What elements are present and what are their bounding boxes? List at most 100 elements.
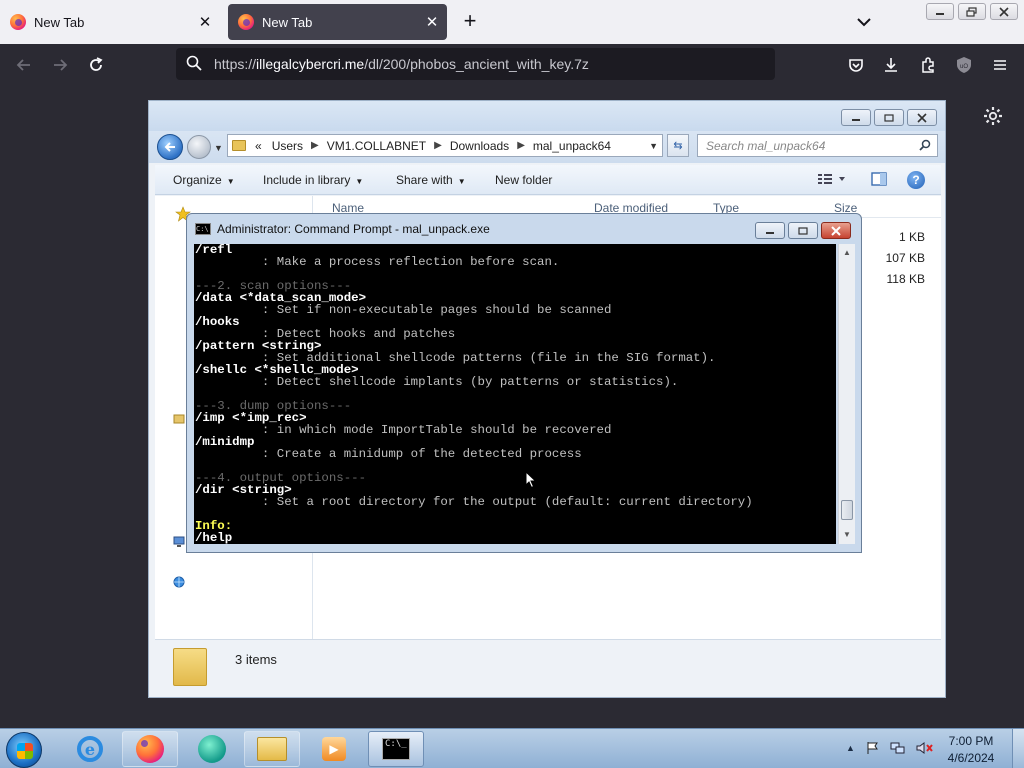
search-icon	[919, 139, 931, 154]
caret-down-icon: ▼	[226, 177, 235, 186]
organize-label: Organize	[173, 173, 222, 187]
explorer-address-bar[interactable]: « Users ▶ VM1.COLLABNET ▶ Downloads ▶ ma…	[227, 134, 663, 157]
ublock-origin-icon[interactable]: uO	[951, 52, 977, 78]
window-minimize-button[interactable]	[926, 3, 954, 20]
help-button[interactable]: ?	[907, 171, 925, 189]
tab-label: New Tab	[262, 14, 313, 30]
chevron-right-icon[interactable]: ▶	[311, 140, 319, 151]
caret-down-icon: ▼	[457, 177, 466, 186]
windows-logo-icon	[17, 743, 33, 759]
cmd-restore-button[interactable]	[788, 222, 818, 239]
explorer-close-button[interactable]	[907, 109, 937, 126]
include-label: Include in library	[263, 173, 351, 187]
show-desktop-button[interactable]	[1012, 729, 1024, 768]
change-view-icon[interactable]	[817, 171, 847, 190]
console-icon: C:\	[195, 223, 211, 235]
volume-muted-icon[interactable]	[916, 741, 934, 758]
search-placeholder: Search mal_unpack64	[706, 138, 826, 153]
console-line: : in which mode ImportTable should be re…	[195, 423, 612, 437]
taskbar-firefox[interactable]	[122, 731, 178, 767]
console-icon: C:\_	[382, 738, 410, 760]
taskbar-app[interactable]	[184, 731, 240, 767]
downloads-icon[interactable]	[878, 52, 904, 78]
network-icon	[173, 576, 185, 588]
item-count: 3 items	[235, 652, 277, 667]
include-in-library-menu[interactable]: Include in library ▼	[263, 173, 363, 187]
explorer-minimize-button[interactable]	[841, 109, 871, 126]
url-bar[interactable]: https://illegalcybercri.me/dl/200/phobos…	[176, 48, 775, 80]
browser-tab-bar: New Tab ✕ New Tab ✕ +	[0, 0, 1024, 44]
console-line: : Set if non-executable pages should be …	[195, 303, 612, 317]
breadcrumb-users[interactable]: Users	[272, 139, 303, 153]
explorer-refresh-button[interactable]: ⇆	[667, 134, 689, 157]
breadcrumb-user-folder[interactable]: VM1.COLLABNET	[327, 139, 426, 153]
window-restore-button[interactable]	[958, 3, 986, 20]
gear-icon[interactable]	[982, 105, 1004, 127]
show-hidden-icons-icon[interactable]: ▲	[846, 743, 855, 753]
window-title: Administrator: Command Prompt - mal_unpa…	[217, 222, 490, 236]
scrollbar-thumb[interactable]	[841, 500, 853, 520]
pocket-icon[interactable]	[843, 52, 869, 78]
chevron-right-icon[interactable]: ▶	[517, 140, 525, 151]
scroll-up-icon[interactable]: ▲	[843, 248, 851, 257]
forward-button[interactable]	[47, 52, 73, 78]
app-icon	[198, 735, 226, 763]
clock-time[interactable]: 7:00 PM	[946, 734, 996, 748]
url-text: https://illegalcybercri.me/dl/200/phobos…	[214, 56, 589, 72]
share-with-menu[interactable]: Share with ▼	[396, 173, 466, 187]
organize-menu[interactable]: Organize ▼	[173, 173, 235, 187]
list-all-tabs-button[interactable]	[852, 10, 876, 34]
action-center-flag-icon[interactable]	[866, 741, 880, 758]
breadcrumb-overflow[interactable]: «	[255, 139, 262, 153]
folder-icon	[232, 140, 246, 151]
app-menu-icon[interactable]	[987, 52, 1013, 78]
console-output[interactable]: /refl : Make a process reflection before…	[194, 244, 836, 544]
console-line: Info:	[195, 519, 233, 533]
tab-label: New Tab	[34, 14, 85, 30]
console-line: : Detect shellcode implants (by patterns…	[195, 375, 679, 389]
explorer-details-pane: 3 items	[155, 639, 941, 695]
start-button[interactable]	[6, 732, 42, 768]
console-scrollbar[interactable]: ▲ ▼	[838, 244, 855, 544]
caret-down-icon: ▼	[355, 177, 364, 186]
cmd-close-button[interactable]	[821, 222, 851, 239]
new-folder-button[interactable]: New folder	[495, 173, 552, 187]
breadcrumb-current-folder[interactable]: mal_unpack64	[533, 139, 611, 153]
window-close-button[interactable]	[990, 3, 1018, 20]
browser-tab-inactive[interactable]: New Tab ✕	[0, 4, 220, 40]
reload-button[interactable]	[83, 52, 109, 78]
console-line: /help	[195, 531, 233, 544]
close-tab-icon[interactable]: ✕	[423, 13, 441, 31]
explorer-restore-button[interactable]	[874, 109, 904, 126]
url-host: illegalcybercri.me	[256, 56, 365, 72]
system-tray: ▲ 7:00 PM 4/6/2024	[842, 729, 1024, 768]
network-tray-icon[interactable]	[890, 741, 906, 758]
clock-date[interactable]: 4/6/2024	[946, 751, 996, 765]
explorer-forward-button[interactable]	[187, 135, 211, 159]
address-dropdown-icon[interactable]: ▼	[649, 141, 658, 151]
chevron-right-icon[interactable]: ▶	[434, 140, 442, 151]
taskbar-command-prompt[interactable]: C:\_	[368, 731, 424, 767]
command-prompt-window: C:\ Administrator: Command Prompt - mal_…	[186, 213, 862, 553]
svg-text:uO: uO	[960, 64, 968, 70]
close-tab-icon[interactable]: ✕	[196, 13, 214, 31]
windows-taskbar: e ▶ C:\_ ▲ 7:00 PM 4/6/2024	[0, 728, 1024, 768]
back-button[interactable]	[11, 52, 37, 78]
taskbar-explorer[interactable]	[244, 731, 300, 767]
recent-pages-dropdown-icon[interactable]: ▼	[214, 143, 223, 153]
new-tab-button[interactable]: +	[458, 10, 482, 34]
explorer-search-input[interactable]: Search mal_unpack64	[697, 134, 938, 157]
extensions-icon[interactable]	[915, 52, 941, 78]
computer-icon	[173, 536, 185, 547]
firefox-icon	[238, 14, 254, 30]
preview-pane-icon[interactable]	[871, 171, 887, 190]
browser-tab-active[interactable]: New Tab ✕	[228, 4, 447, 40]
breadcrumb-downloads[interactable]: Downloads	[450, 139, 509, 153]
taskbar-media-player[interactable]: ▶	[306, 731, 362, 767]
console-line: : Set a root directory for the output (d…	[195, 495, 753, 509]
scroll-down-icon[interactable]: ▼	[843, 530, 851, 539]
explorer-back-button[interactable]	[157, 134, 183, 160]
media-player-icon: ▶	[322, 737, 346, 761]
cmd-minimize-button[interactable]	[755, 222, 785, 239]
taskbar-internet-explorer[interactable]: e	[62, 731, 118, 767]
